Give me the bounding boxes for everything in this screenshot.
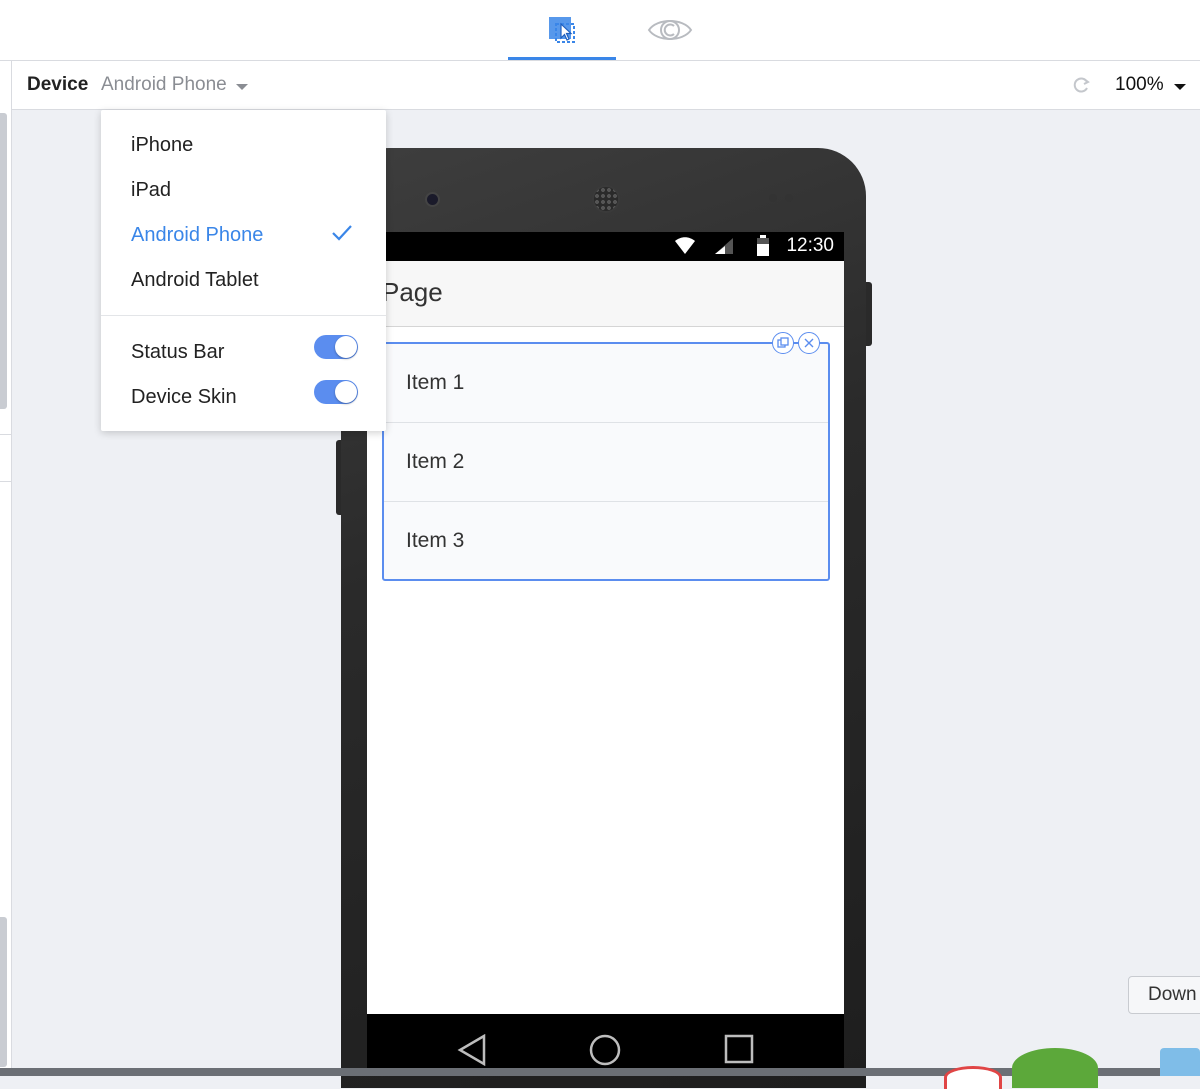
app-icon[interactable] [944, 1066, 1002, 1089]
app-icon[interactable] [1012, 1048, 1098, 1088]
panel-scrollbar[interactable] [0, 917, 7, 1067]
toggle-knob [335, 381, 357, 403]
list-component[interactable]: Item 1 Item 2 Item 3 [382, 332, 830, 581]
toggle-knob [335, 336, 357, 358]
device-option-android-tablet[interactable]: Android Tablet [131, 269, 259, 292]
chevron-down-icon [235, 83, 248, 90]
zoom-select[interactable]: 100% [1115, 74, 1186, 96]
device-skin-toggle[interactable] [314, 380, 358, 404]
zoom-value: 100% [1115, 74, 1164, 95]
status-bar-toggle[interactable] [314, 335, 358, 359]
list-item[interactable]: Item 3 [384, 502, 828, 580]
device-toolbar: Device Android Phone 100% [12, 61, 1200, 110]
recent-apps-icon[interactable] [724, 1034, 754, 1064]
list-item[interactable]: Item 2 [384, 423, 828, 502]
device-select[interactable]: Android Phone [101, 74, 248, 96]
status-bar-label: Status Bar [131, 341, 225, 363]
divider [0, 434, 11, 435]
status-bar: 12:30 [367, 232, 844, 261]
panel-scrollbar[interactable] [0, 113, 7, 409]
device-screen: 12:30 Page Item 1 Item 2 Item 3 [367, 232, 844, 1014]
device-option-ipad[interactable]: iPad [131, 179, 171, 202]
phone-camera [425, 192, 440, 207]
app-bar: Page [367, 261, 844, 327]
left-panel-edge [0, 61, 12, 1076]
device-option-android-phone[interactable]: Android Phone [131, 224, 263, 247]
device-option-iphone[interactable]: iPhone [131, 134, 193, 157]
phone-power-button [866, 282, 872, 346]
rotate-icon[interactable] [1072, 75, 1092, 95]
status-time: 12:30 [786, 235, 834, 256]
phone-sensor [769, 194, 777, 202]
eye-icon [647, 20, 693, 40]
home-icon[interactable] [589, 1034, 621, 1066]
phone-speaker [592, 185, 620, 213]
phone-sensor [785, 194, 793, 202]
device-dropdown: iPhone iPad Android Phone Android Tablet… [101, 110, 386, 431]
device-select-value: Android Phone [101, 74, 227, 95]
folder-icon[interactable] [1160, 1048, 1200, 1076]
signal-icon [715, 238, 733, 254]
list-item-label: Item 2 [406, 450, 465, 473]
list-item-label: Item 1 [406, 371, 465, 394]
device-label: Device [27, 74, 89, 95]
preview-mode-tab[interactable] [616, 0, 724, 60]
divider [101, 315, 386, 316]
android-nav-bar [367, 1014, 844, 1076]
divider [0, 481, 11, 482]
download-tooltip: Down [1128, 976, 1200, 1014]
page-title: Page [382, 277, 443, 307]
wifi-icon [675, 237, 695, 254]
chevron-down-icon [1173, 83, 1186, 90]
mode-bar [0, 0, 1200, 61]
device-skin-label: Device Skin [131, 386, 237, 408]
checkmark-icon [332, 225, 352, 241]
battery-icon [757, 235, 769, 256]
select-cursor-icon [549, 17, 575, 43]
back-icon[interactable] [457, 1034, 487, 1066]
list-item[interactable]: Item 1 [384, 344, 828, 423]
design-mode-tab[interactable] [508, 0, 616, 60]
list-item-label: Item 3 [406, 529, 465, 552]
